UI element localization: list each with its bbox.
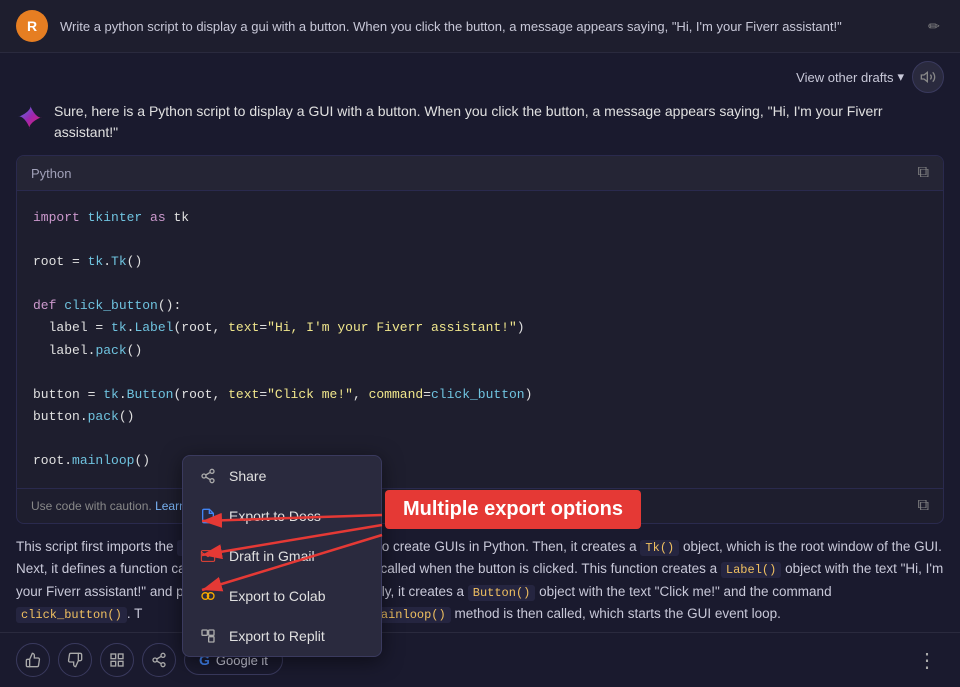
copy-code-icon[interactable]: ⧉ xyxy=(918,497,929,515)
docs-icon xyxy=(199,507,217,525)
action-bar: G Google it ⋮ xyxy=(0,632,960,687)
menu-item-export-replit[interactable]: Export to Replit xyxy=(183,616,381,656)
menu-share-label: Share xyxy=(229,468,266,484)
ai-response: Sure, here is a Python script to display… xyxy=(0,101,960,626)
ai-intro-text: Sure, here is a Python script to display… xyxy=(54,101,944,143)
menu-item-draft-gmail[interactable]: Draft in Gmail xyxy=(183,536,381,576)
grid-button[interactable] xyxy=(100,643,134,677)
view-other-drafts-button[interactable]: View other drafts ▾ xyxy=(796,69,904,85)
gmail-icon xyxy=(199,547,217,565)
menu-gmail-label: Draft in Gmail xyxy=(229,548,315,564)
colab-icon xyxy=(199,587,217,605)
chevron-down-icon: ▾ xyxy=(897,69,904,85)
code-content: import tkinter as tk root = tk.Tk() def … xyxy=(17,191,943,488)
thumbs-up-button[interactable] xyxy=(16,643,50,677)
share-button[interactable] xyxy=(142,643,176,677)
speaker-button[interactable] xyxy=(912,61,944,93)
code-block: Python ⧉ import tkinter as tk root = tk.… xyxy=(16,155,944,524)
explanation-para1: This script first imports the tkinter mo… xyxy=(16,536,944,625)
user-avatar: R xyxy=(16,10,48,42)
code-language: Python xyxy=(31,166,71,181)
code-header: Python ⧉ xyxy=(17,156,943,191)
share-icon xyxy=(199,467,217,485)
header: R Write a python script to display a gui… xyxy=(0,0,960,53)
menu-item-export-colab[interactable]: Export to Colab xyxy=(183,576,381,616)
replit-icon xyxy=(199,627,217,645)
thumbs-down-button[interactable] xyxy=(58,643,92,677)
copy-icon[interactable]: ⧉ xyxy=(918,164,929,182)
more-options-button[interactable]: ⋮ xyxy=(910,643,944,677)
prompt-text: Write a python script to display a gui w… xyxy=(60,19,912,34)
menu-item-export-docs[interactable]: Export to Docs xyxy=(183,496,381,536)
menu-item-share[interactable]: Share xyxy=(183,456,381,496)
edit-icon[interactable]: ✏ xyxy=(924,16,944,36)
content-area: View other drafts ▾ xyxy=(0,53,960,626)
context-menu: Share Export to Docs Draft in Gmail Expo… xyxy=(182,455,382,657)
draft-bar: View other drafts ▾ xyxy=(0,53,960,101)
menu-replit-label: Export to Replit xyxy=(229,628,325,644)
gemini-icon xyxy=(16,103,44,131)
ai-header: Sure, here is a Python script to display… xyxy=(16,101,944,143)
menu-colab-label: Export to Colab xyxy=(229,588,326,604)
menu-docs-label: Export to Docs xyxy=(229,508,321,524)
code-caution: Use code with caution. Learn more ⧉ xyxy=(17,488,943,523)
